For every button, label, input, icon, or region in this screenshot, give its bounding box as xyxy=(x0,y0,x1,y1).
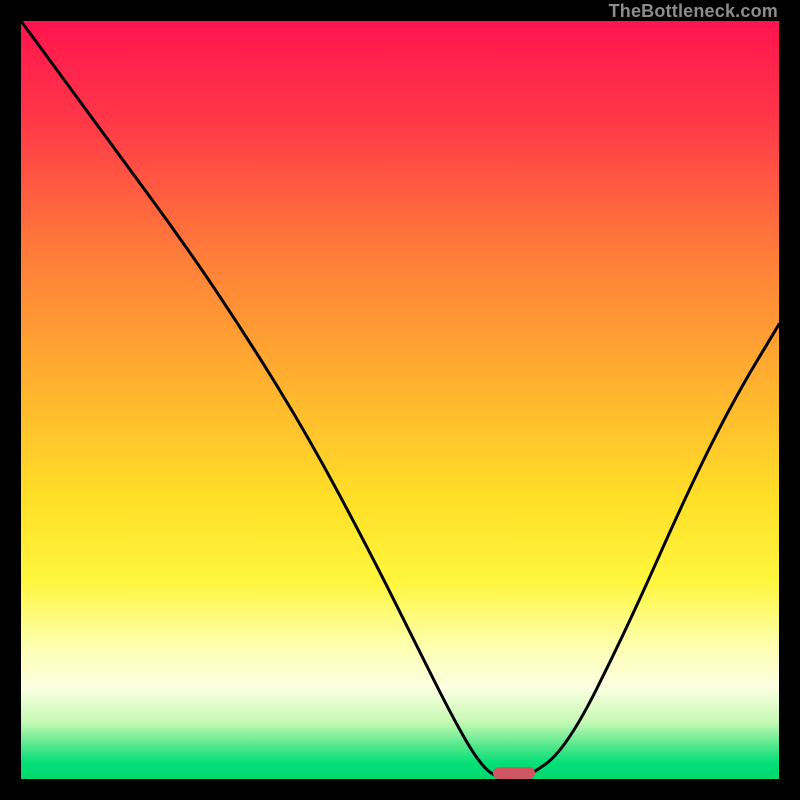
chart-curve xyxy=(21,21,779,779)
chart-frame: TheBottleneck.com xyxy=(0,0,800,800)
optimal-marker xyxy=(493,767,535,779)
watermark-label: TheBottleneck.com xyxy=(609,1,778,22)
plot-area xyxy=(21,21,779,779)
